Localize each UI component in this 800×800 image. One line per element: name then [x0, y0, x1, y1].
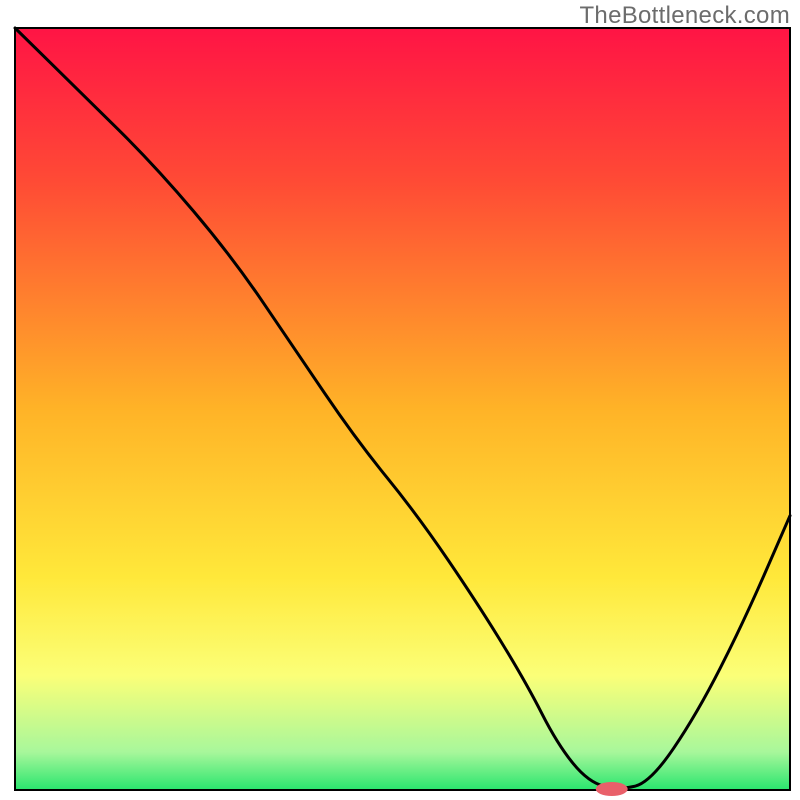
chart-stage: TheBottleneck.com — [0, 0, 800, 800]
selected-marker — [596, 782, 628, 796]
bottleneck-chart — [0, 0, 800, 800]
